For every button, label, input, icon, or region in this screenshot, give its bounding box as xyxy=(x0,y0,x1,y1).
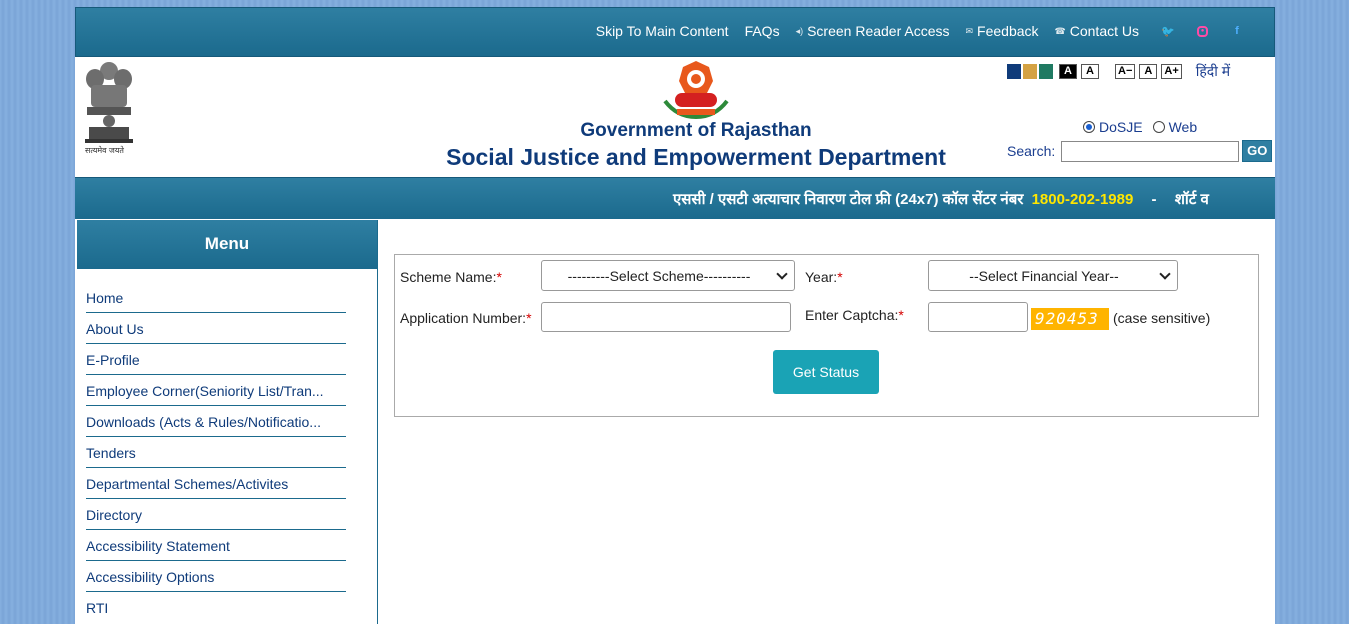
application-status-form: Scheme Name:* ---------Select Scheme----… xyxy=(394,254,1259,417)
twitter-icon[interactable]: 🐦 xyxy=(1161,24,1175,38)
menu-item-home[interactable]: Home xyxy=(86,282,346,313)
phone-icon: ☎ xyxy=(1054,25,1066,36)
required-mark: * xyxy=(526,310,532,326)
menu-item-downloads[interactable]: Downloads (Acts & Rules/Notificatio... xyxy=(86,406,346,437)
captcha-image: 920453 xyxy=(1031,308,1109,330)
year-select[interactable]: --Select Financial Year-- xyxy=(928,260,1178,291)
captcha-label: Enter Captcha:* xyxy=(805,307,904,323)
required-mark: * xyxy=(898,307,904,323)
facebook-icon[interactable]: f xyxy=(1230,24,1244,38)
case-sensitive-note: (case sensitive) xyxy=(1113,310,1211,326)
application-number-label: Application Number:* xyxy=(400,310,532,326)
top-nav: Skip To Main Content FAQs ◂) Screen Read… xyxy=(580,23,1244,39)
screen-reader-link[interactable]: ◂) Screen Reader Access xyxy=(796,23,950,39)
ticker-next-message: शॉर्ट व xyxy=(1174,191,1209,208)
scope-web-label: Web xyxy=(1168,119,1198,135)
sidebar: Menu Home About Us E-Profile Employee Co… xyxy=(75,220,378,624)
ticker-separator: - xyxy=(1151,191,1157,208)
chevron-down-icon xyxy=(776,268,788,280)
application-number-input[interactable] xyxy=(541,302,791,332)
top-bar: Skip To Main Content FAQs ◂) Screen Read… xyxy=(75,7,1275,57)
contrast-gold-swatch[interactable] xyxy=(1023,64,1037,79)
ticker-helpline-number: 1800-202-1989 xyxy=(1031,191,1134,208)
government-title: Government of Rajasthan xyxy=(580,120,812,141)
scheme-select-value: ---------Select Scheme---------- xyxy=(567,267,751,284)
rajasthan-emblem xyxy=(659,59,733,121)
menu-item-departmental-schemes[interactable]: Departmental Schemes/Activites xyxy=(86,468,346,499)
contrast-green-swatch[interactable] xyxy=(1039,64,1053,79)
chevron-down-icon xyxy=(1159,268,1171,280)
emblem-caption: सत्यमेव जयते xyxy=(85,146,124,155)
application-number-label-text: Application Number: xyxy=(400,310,527,326)
page: Skip To Main Content FAQs ◂) Screen Read… xyxy=(75,7,1275,624)
required-mark: * xyxy=(496,269,502,285)
scope-dosje-radio[interactable] xyxy=(1083,121,1095,133)
font-decrease-button[interactable]: A− xyxy=(1115,64,1136,79)
menu-item-rti[interactable]: RTI xyxy=(86,592,346,623)
scope-web-radio[interactable] xyxy=(1152,121,1165,133)
state-seal-icon xyxy=(663,61,729,120)
national-emblem: सत्यमेव जयते xyxy=(79,59,139,155)
scope-dosje-label: DoSJE xyxy=(1099,119,1143,135)
menu-item-employee-corner[interactable]: Employee Corner(Seniority List/Tran... xyxy=(86,375,346,406)
mail-icon: ✉ xyxy=(965,25,974,36)
contrast-normal-button[interactable]: A xyxy=(1081,64,1099,79)
captcha-label-text: Enter Captcha: xyxy=(805,307,899,323)
contact-label: Contact Us xyxy=(1069,23,1139,39)
contrast-blue-swatch[interactable] xyxy=(1007,64,1021,79)
contact-link[interactable]: ☎ Contact Us xyxy=(1055,23,1139,39)
font-increase-button[interactable]: A+ xyxy=(1161,64,1182,79)
year-label-text: Year: xyxy=(805,269,838,285)
menu-item-accessibility-statement[interactable]: Accessibility Statement xyxy=(86,530,346,561)
captcha-input[interactable] xyxy=(928,302,1028,332)
scheme-name-label: Scheme Name:* xyxy=(400,269,502,285)
search-go-button[interactable]: GO xyxy=(1242,140,1273,162)
contrast-dark-button[interactable]: A xyxy=(1059,64,1077,79)
department-title: Social Justice and Empowerment Departmen… xyxy=(446,144,946,170)
screen-reader-label: Screen Reader Access xyxy=(807,23,950,39)
ticker-message: एससी / एसटी अत्याचार निवारण टोल फ्री (24… xyxy=(673,191,1024,208)
lion-capital-icon xyxy=(85,62,133,143)
skip-to-main-link[interactable]: Skip To Main Content xyxy=(596,23,729,39)
menu-item-about-us[interactable]: About Us xyxy=(86,313,346,344)
get-status-button[interactable]: Get Status xyxy=(773,350,879,394)
ticker-edge xyxy=(1235,178,1275,219)
scheme-name-label-text: Scheme Name: xyxy=(400,269,497,285)
ticker-text: एससी / एसटी अत्याचार निवारण टोल फ्री (24… xyxy=(673,189,1209,209)
menu-item-e-profile[interactable]: E-Profile xyxy=(86,344,346,375)
year-select-value: --Select Financial Year-- xyxy=(969,267,1119,284)
speaker-icon: ◂) xyxy=(795,25,804,36)
scheme-select[interactable]: ---------Select Scheme---------- xyxy=(541,260,795,291)
menu-item-tenders[interactable]: Tenders xyxy=(86,437,346,468)
search-input[interactable] xyxy=(1061,140,1240,162)
menu-list: Home About Us E-Profile Employee Corner(… xyxy=(86,282,346,623)
menu-item-accessibility-options[interactable]: Accessibility Options xyxy=(86,561,346,592)
search-row: Search: GO xyxy=(1007,140,1273,162)
hindi-language-link[interactable]: हिंदी में xyxy=(1196,62,1230,81)
menu-item-directory[interactable]: Directory xyxy=(86,499,346,530)
search-scope: DoSJE Web xyxy=(1083,119,1197,135)
faqs-link[interactable]: FAQs xyxy=(745,23,780,39)
feedback-label: Feedback xyxy=(977,23,1039,39)
instagram-icon[interactable]: ● xyxy=(1197,25,1208,37)
accessibility-toolbar: A A A− A A+ हिंदी में xyxy=(1007,62,1230,81)
year-label: Year:* xyxy=(805,269,843,285)
search-label: Search: xyxy=(1007,143,1056,159)
required-mark: * xyxy=(837,269,843,285)
announcement-ticker: एससी / एसटी अत्याचार निवारण टोल फ्री (24… xyxy=(75,177,1275,219)
font-normal-button[interactable]: A xyxy=(1139,64,1158,79)
feedback-link[interactable]: ✉ Feedback xyxy=(966,23,1039,39)
menu-title: Menu xyxy=(77,220,377,269)
